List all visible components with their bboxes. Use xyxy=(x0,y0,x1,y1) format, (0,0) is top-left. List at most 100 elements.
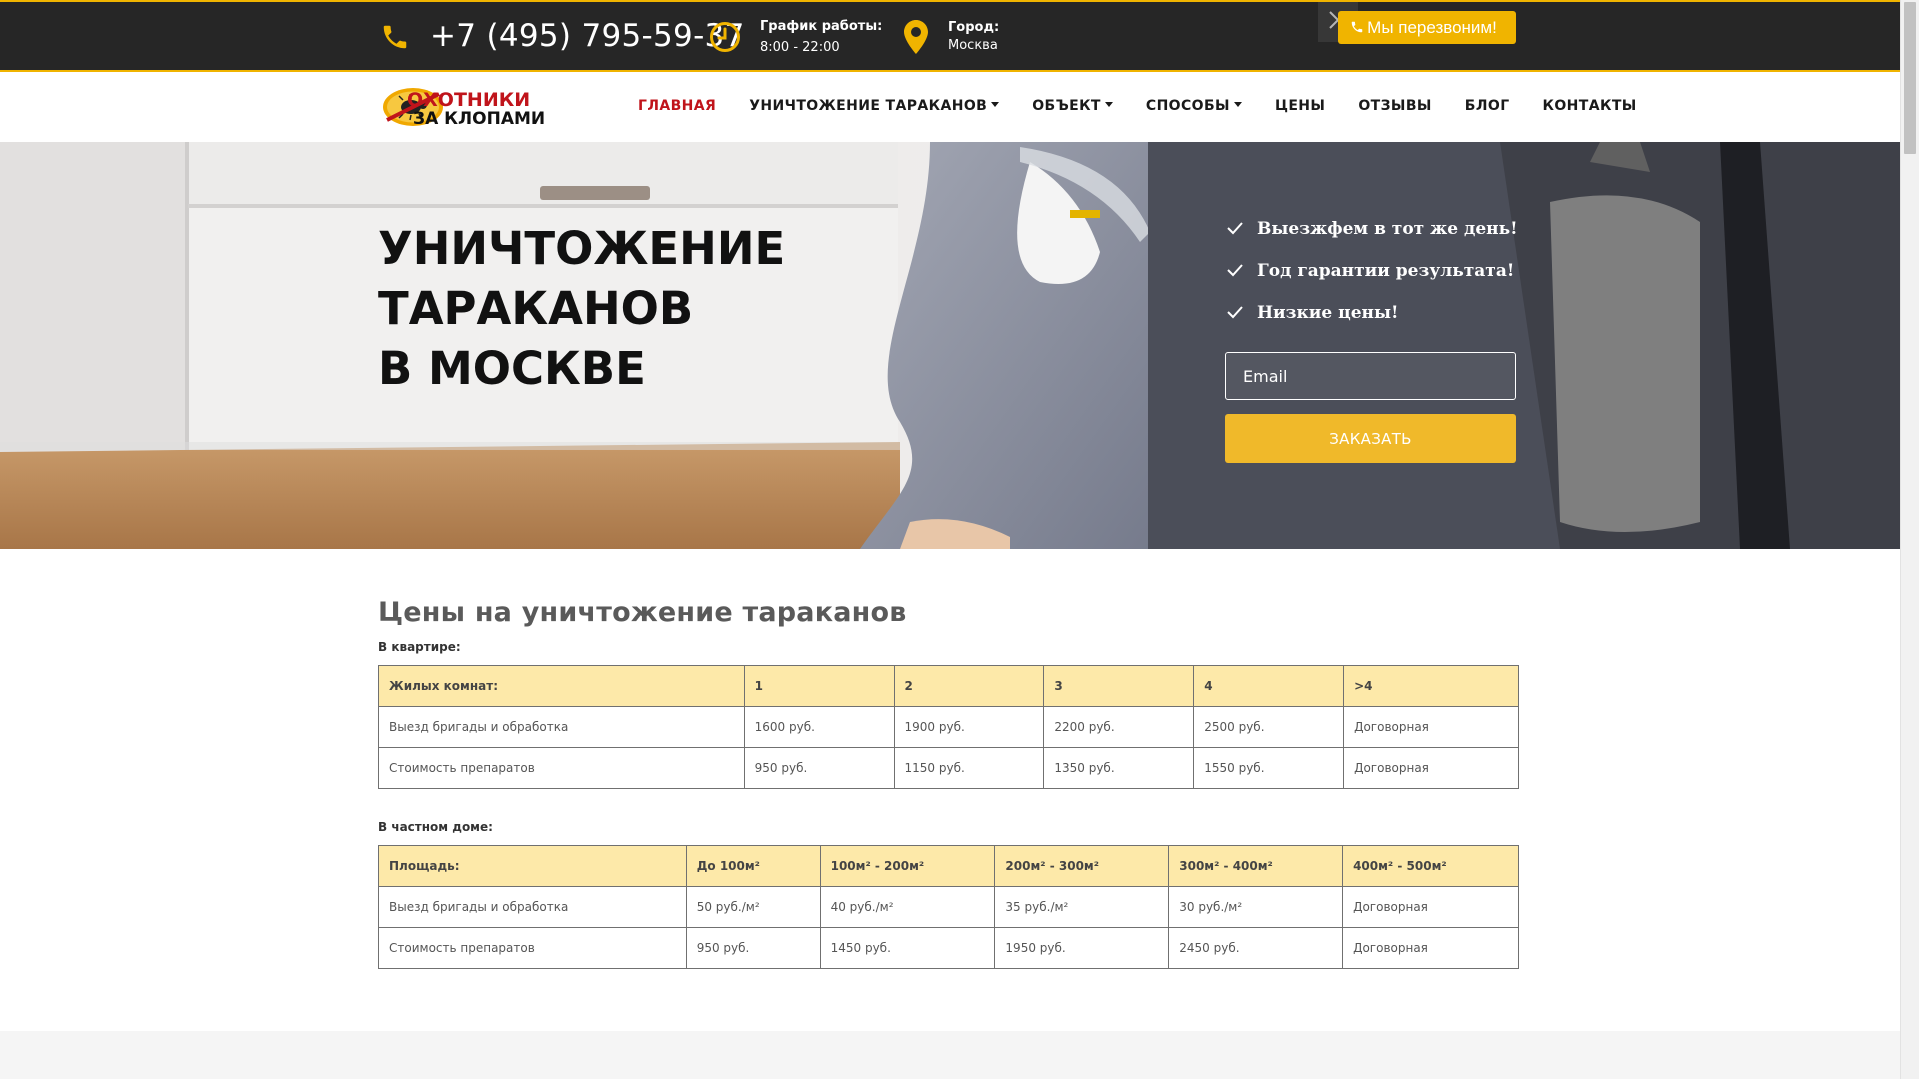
city-value: Москва xyxy=(948,38,998,53)
table-row: Стоимость препаратов 950 руб. 1150 руб. … xyxy=(378,747,1519,789)
caret-down-icon xyxy=(991,101,1000,107)
nav-item-label: СПОСОБЫ xyxy=(1145,98,1230,114)
nav-item-label: УНИЧТОЖЕНИЕ ТАРАКАНОВ xyxy=(749,98,988,114)
page-scrollbar[interactable] xyxy=(1900,0,1919,1079)
hero-title: УНИЧТОЖЕНИЕ ТАРАКАНОВ В МОСКВЕ xyxy=(378,219,1018,399)
table-header-cell: 100м² - 200м² xyxy=(819,845,996,887)
nav-item-label: ОБЪЕКТ xyxy=(1032,98,1101,114)
table-header-row: Жилых комнат: 1 2 3 4 >4 xyxy=(378,665,1519,707)
hero-title-line2: В МОСКВЕ xyxy=(378,342,646,395)
house-price-table: Площадь: До 100м² 100м² - 200м² 200м² - … xyxy=(378,845,1519,969)
nav-item-label: ОТЗЫВЫ xyxy=(1358,98,1432,114)
table-header-cell: 400м² - 500м² xyxy=(1342,845,1519,887)
table-cell: 30 руб./м² xyxy=(1168,886,1344,928)
table-row: Выезд бригады и обработка 50 руб./м² 40 … xyxy=(378,886,1519,928)
work-hours-label: График работы: xyxy=(760,19,883,34)
nav-item-methods[interactable]: СПОСОБЫ xyxy=(1146,98,1242,118)
nav-item-label: ЦЕНЫ xyxy=(1274,98,1326,114)
table-cell: 50 руб./м² xyxy=(685,886,821,928)
table-header-cell: 4 xyxy=(1193,665,1345,707)
nav-item-label: БЛОГ xyxy=(1464,98,1510,114)
email-input[interactable] xyxy=(1225,352,1516,400)
benefit-text: Низкие цены! xyxy=(1257,303,1399,323)
house-caption: В частном доме: xyxy=(378,820,493,834)
benefit-item: Низкие цены! xyxy=(1227,301,1518,343)
phone-number-link[interactable]: +7 (495) 795-59-37 xyxy=(430,18,745,54)
table-row: Стоимость препаратов 950 руб. 1450 руб. … xyxy=(378,927,1519,969)
phone-icon xyxy=(1351,21,1363,33)
table-cell: Договорная xyxy=(1342,886,1519,928)
main-navbar: ОХОТНИКИ ЗА КЛОПАМИ ГЛАВНАЯ УНИЧТОЖЕНИЕ … xyxy=(0,72,1900,142)
table-cell: 1600 руб. xyxy=(743,706,895,748)
benefits-list: Выезжфем в тот же день! Год гарантии рез… xyxy=(1227,217,1518,343)
nav-item-cockroach-extermination[interactable]: УНИЧТОЖЕНИЕ ТАРАКАНОВ xyxy=(749,98,1000,118)
table-header-cell: 200м² - 300м² xyxy=(994,845,1170,887)
nav-item-reviews[interactable]: ОТЗЫВЫ xyxy=(1358,98,1431,118)
nav-menu: ГЛАВНАЯ УНИЧТОЖЕНИЕ ТАРАКАНОВ ОБЪЕКТ СПО… xyxy=(638,98,1670,118)
site-logo[interactable]: ОХОТНИКИ ЗА КЛОПАМИ xyxy=(381,86,571,128)
table-cell: 2500 руб. xyxy=(1193,706,1345,748)
table-cell: Договорная xyxy=(1343,747,1519,789)
table-header-cell: 2 xyxy=(893,665,1045,707)
prices-title: Цены на уничтожение тараканов xyxy=(378,597,907,628)
table-cell: 950 руб. xyxy=(743,747,895,789)
work-hours-value: 8:00 - 22:00 xyxy=(760,40,840,55)
table-cell: Договорная xyxy=(1343,706,1519,748)
nav-item-home[interactable]: ГЛАВНАЯ xyxy=(638,98,716,118)
table-header-cell: >4 xyxy=(1343,665,1519,707)
table-cell: 1550 руб. xyxy=(1193,747,1345,789)
phone-icon xyxy=(383,25,407,49)
scrollbar-thumb[interactable] xyxy=(1904,2,1916,154)
table-header-row: Площадь: До 100м² 100м² - 200м² 200м² - … xyxy=(378,845,1519,887)
next-section-band xyxy=(0,1031,1900,1079)
benefit-text: Выезжфем в тот же день! xyxy=(1257,219,1518,239)
hero-section: УНИЧТОЖЕНИЕ ТАРАКАНОВ В МОСКВЕ Выезжфем … xyxy=(0,142,1900,549)
checkmark-icon xyxy=(1227,222,1243,235)
hero-title-line1: УНИЧТОЖЕНИЕ ТАРАКАНОВ xyxy=(378,222,786,335)
table-cell: 2200 руб. xyxy=(1043,706,1195,748)
table-header-cell: Площадь: xyxy=(378,845,687,887)
checkmark-icon xyxy=(1227,264,1243,277)
benefit-item: Выезжфем в тот же день! xyxy=(1227,217,1518,259)
city-label: Город: xyxy=(948,20,1000,35)
table-cell: Выезд бригады и обработка xyxy=(378,706,745,748)
table-header-cell: 3 xyxy=(1043,665,1195,707)
table-cell: 1900 руб. xyxy=(893,706,1045,748)
table-cell: 35 руб./м² xyxy=(994,886,1170,928)
map-pin-icon xyxy=(904,20,928,54)
table-cell: 2450 руб. xyxy=(1168,927,1344,969)
top-bar: +7 (495) 795-59-37 График работы: 8:00 -… xyxy=(0,0,1900,72)
logo-line2: ЗА КЛОПАМИ xyxy=(413,109,545,128)
table-cell: Стоимость препаратов xyxy=(378,927,687,969)
table-cell: 950 руб. xyxy=(685,927,821,969)
benefit-text: Год гарантии результата! xyxy=(1257,261,1515,281)
logo-line1: ОХОТНИКИ xyxy=(407,89,530,111)
checkmark-icon xyxy=(1227,306,1243,319)
table-cell: Договорная xyxy=(1342,927,1519,969)
nav-item-label: ГЛАВНАЯ xyxy=(638,98,717,114)
table-cell: 1350 руб. xyxy=(1043,747,1195,789)
benefit-item: Год гарантии результата! xyxy=(1227,259,1518,301)
order-button[interactable]: ЗАКАЗАТЬ xyxy=(1225,414,1516,463)
table-header-cell: 300м² - 400м² xyxy=(1168,845,1344,887)
table-row: Выезд бригады и обработка 1600 руб. 1900… xyxy=(378,706,1519,748)
table-cell: 1950 руб. xyxy=(994,927,1170,969)
clock-icon xyxy=(710,22,740,52)
table-cell: 40 руб./м² xyxy=(819,886,996,928)
callback-button-label: Мы перезвоним! xyxy=(1367,18,1497,37)
nav-item-contacts[interactable]: КОНТАКТЫ xyxy=(1543,98,1637,118)
nav-item-object[interactable]: ОБЪЕКТ xyxy=(1032,98,1113,118)
table-cell: Стоимость препаратов xyxy=(378,747,745,789)
caret-down-icon xyxy=(1233,101,1242,107)
table-cell: 1150 руб. xyxy=(893,747,1045,789)
apartment-price-table: Жилых комнат: 1 2 3 4 >4 Выезд бригады и… xyxy=(378,665,1519,789)
nav-item-label: КОНТАКТЫ xyxy=(1542,98,1637,114)
nav-item-blog[interactable]: БЛОГ xyxy=(1465,98,1510,118)
callback-button[interactable]: Мы перезвоним! xyxy=(1338,11,1516,44)
nav-item-prices[interactable]: ЦЕНЫ xyxy=(1275,98,1325,118)
table-cell: 1450 руб. xyxy=(819,927,996,969)
apartment-caption: В квартире: xyxy=(378,640,461,654)
table-header-cell: Жилых комнат: xyxy=(378,665,745,707)
table-header-cell: До 100м² xyxy=(685,845,821,887)
prices-section: Цены на уничтожение тараканов В квартире… xyxy=(378,597,1523,969)
